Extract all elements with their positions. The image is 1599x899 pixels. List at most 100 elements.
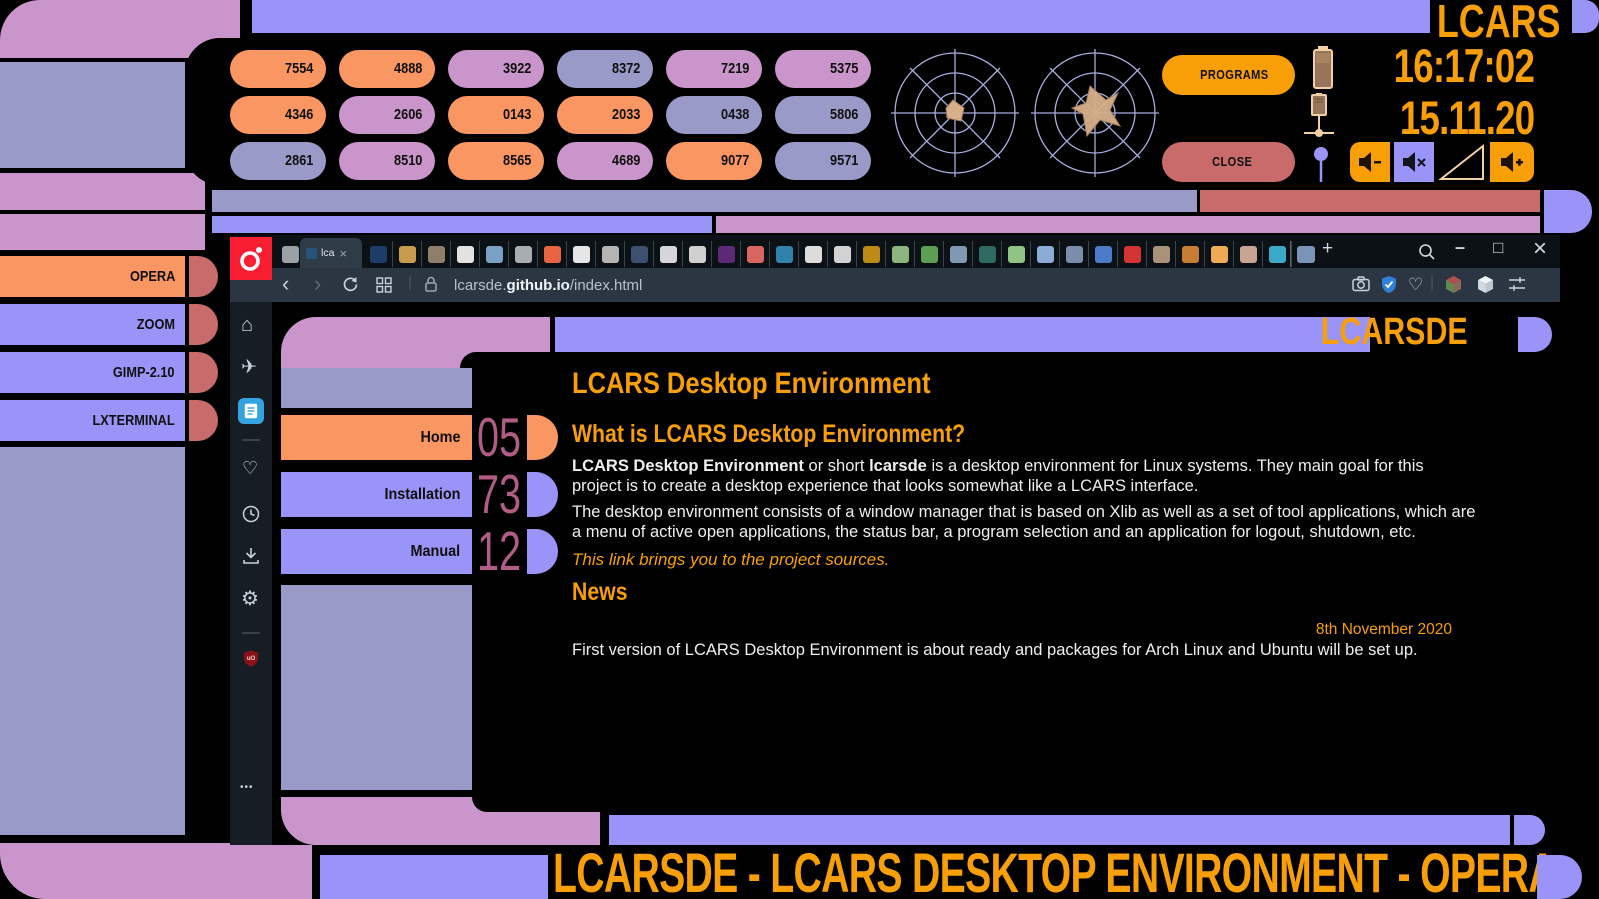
browser-tab[interactable]: [1233, 241, 1262, 267]
extension-cube-icon[interactable]: [1444, 275, 1463, 294]
more-options-icon[interactable]: •••: [240, 782, 254, 793]
browser-tab[interactable]: [624, 241, 653, 267]
status-pill-button[interactable]: 2033: [557, 96, 653, 134]
browser-tab[interactable]: [1059, 241, 1088, 267]
shield-badge-icon[interactable]: [1380, 275, 1398, 294]
status-pill-button[interactable]: 5806: [775, 96, 871, 134]
status-pill-button[interactable]: 9571: [775, 142, 871, 180]
speed-dial-icon[interactable]: [376, 277, 392, 293]
bookmarks-heart-icon[interactable]: ♡: [242, 458, 258, 479]
tab-search-icon[interactable]: [1418, 243, 1436, 261]
status-pill-button[interactable]: 9077: [666, 142, 762, 180]
status-pill-button[interactable]: 8565: [448, 142, 544, 180]
status-pill-button[interactable]: 7219: [666, 50, 762, 88]
forward-button[interactable]: ›: [314, 271, 321, 297]
pill-value: 0438: [721, 96, 749, 134]
new-tab-button[interactable]: +: [1322, 238, 1333, 260]
browser-tab[interactable]: [682, 241, 711, 267]
status-pill-button[interactable]: 2861: [230, 142, 326, 180]
browser-tab[interactable]: [1204, 241, 1233, 267]
vpn-airplane-icon[interactable]: ✈: [241, 356, 257, 379]
browser-tab[interactable]: [943, 241, 972, 267]
browser-tab[interactable]: [711, 241, 740, 267]
programs-button[interactable]: PROGRAMS: [1162, 55, 1295, 95]
browser-tab[interactable]: [364, 241, 392, 267]
nav-link-manual[interactable]: Manual: [281, 529, 472, 574]
sidebar-cube-icon[interactable]: [1476, 275, 1495, 294]
home-icon[interactable]: ⌂: [241, 314, 253, 337]
project-sources-link[interactable]: This link brings you to the project sour…: [572, 550, 889, 570]
browser-tab[interactable]: [885, 241, 914, 267]
browser-tab[interactable]: [740, 241, 769, 267]
tab-close-icon[interactable]: ×: [339, 246, 347, 261]
settings-gear-icon[interactable]: ⚙: [241, 586, 259, 611]
status-pill-button[interactable]: 4689: [557, 142, 653, 180]
browser-tab[interactable]: [1175, 241, 1204, 267]
nav-link-installation[interactable]: Installation: [281, 472, 472, 517]
browser-tab[interactable]: [827, 241, 856, 267]
browser-tab[interactable]: [1030, 241, 1059, 267]
close-button[interactable]: CLOSE: [1162, 142, 1295, 182]
active-tab[interactable]: lca ×: [300, 238, 362, 268]
volume-up-button[interactable]: [1490, 142, 1534, 182]
browser-tab[interactable]: [798, 241, 827, 267]
status-pill-button[interactable]: 4346: [230, 96, 326, 134]
status-pill-button[interactable]: 0438: [666, 96, 762, 134]
browser-tab[interactable]: [769, 241, 798, 267]
window-maximize-button[interactable]: □: [1493, 238, 1503, 258]
tab-favicon: [1240, 246, 1257, 263]
back-button[interactable]: ‹: [282, 271, 289, 297]
opera-menu-button[interactable]: [230, 237, 272, 280]
browser-tab[interactable]: [972, 241, 1001, 267]
status-pill-button[interactable]: 0143: [448, 96, 544, 134]
nav-link-home[interactable]: Home: [281, 415, 472, 460]
browser-tab[interactable]: [914, 241, 943, 267]
browser-tab[interactable]: [450, 241, 479, 267]
ublock-extension-icon[interactable]: uO: [243, 650, 259, 667]
snapshot-camera-icon[interactable]: [1352, 276, 1370, 292]
browser-tab[interactable]: [1088, 241, 1117, 267]
window-close-button[interactable]: ×: [1533, 235, 1547, 263]
volume-down-button[interactable]: [1350, 142, 1390, 182]
browser-tab[interactable]: [392, 241, 421, 267]
app-item-zoom[interactable]: ZOOM: [0, 304, 185, 345]
status-pill-button[interactable]: 5375: [775, 50, 871, 88]
browser-tab[interactable]: [421, 241, 450, 267]
browser-tab[interactable]: [566, 241, 595, 267]
browser-tab[interactable]: [1117, 241, 1146, 267]
status-pill-button[interactable]: 8372: [557, 50, 653, 88]
browser-tab[interactable]: [508, 241, 537, 267]
tune-settings-icon[interactable]: [1508, 276, 1526, 293]
browser-tab[interactable]: [653, 241, 682, 267]
intro-bold-2: lcarsde: [869, 457, 927, 475]
mute-button[interactable]: [1394, 142, 1434, 182]
window-minimize-button[interactable]: –: [1455, 237, 1465, 258]
browser-tab[interactable]: [1262, 241, 1291, 267]
overflow-tab[interactable]: [1290, 241, 1319, 267]
downloads-icon[interactable]: [242, 547, 260, 565]
browser-tab[interactable]: [479, 241, 508, 267]
history-clock-icon[interactable]: [242, 505, 260, 523]
volume-ramp-icon[interactable]: [1438, 142, 1486, 182]
status-pill-button[interactable]: 4888: [339, 50, 435, 88]
browser-tab[interactable]: [1001, 241, 1030, 267]
tab-favicon: [1211, 246, 1228, 263]
browser-tab[interactable]: [537, 241, 566, 267]
status-pill-button[interactable]: 2606: [339, 96, 435, 134]
browser-tab[interactable]: [595, 241, 624, 267]
page-nav: Home05Installation73Manual12: [281, 415, 561, 590]
status-pill-button[interactable]: 7554: [230, 50, 326, 88]
app-item-opera[interactable]: OPERA: [0, 256, 185, 297]
status-pill-button[interactable]: 8510: [339, 142, 435, 180]
status-pill-button[interactable]: 3922: [448, 50, 544, 88]
bookmark-heart-icon[interactable]: ♡: [1408, 275, 1423, 295]
app-item-label: LXTERMINAL: [93, 400, 175, 441]
app-item-gimp-2.10[interactable]: GIMP-2.10: [0, 352, 185, 393]
app-item-lxterminal[interactable]: LXTERMINAL: [0, 400, 185, 441]
url-field[interactable]: lcarsde.github.io/index.html: [454, 277, 642, 294]
browser-tab[interactable]: [1146, 241, 1175, 267]
browser-tab[interactable]: [856, 241, 885, 267]
active-page-doc-icon[interactable]: [238, 398, 264, 424]
bg-block-left-bottom: [0, 447, 185, 835]
reload-icon[interactable]: [342, 276, 359, 293]
